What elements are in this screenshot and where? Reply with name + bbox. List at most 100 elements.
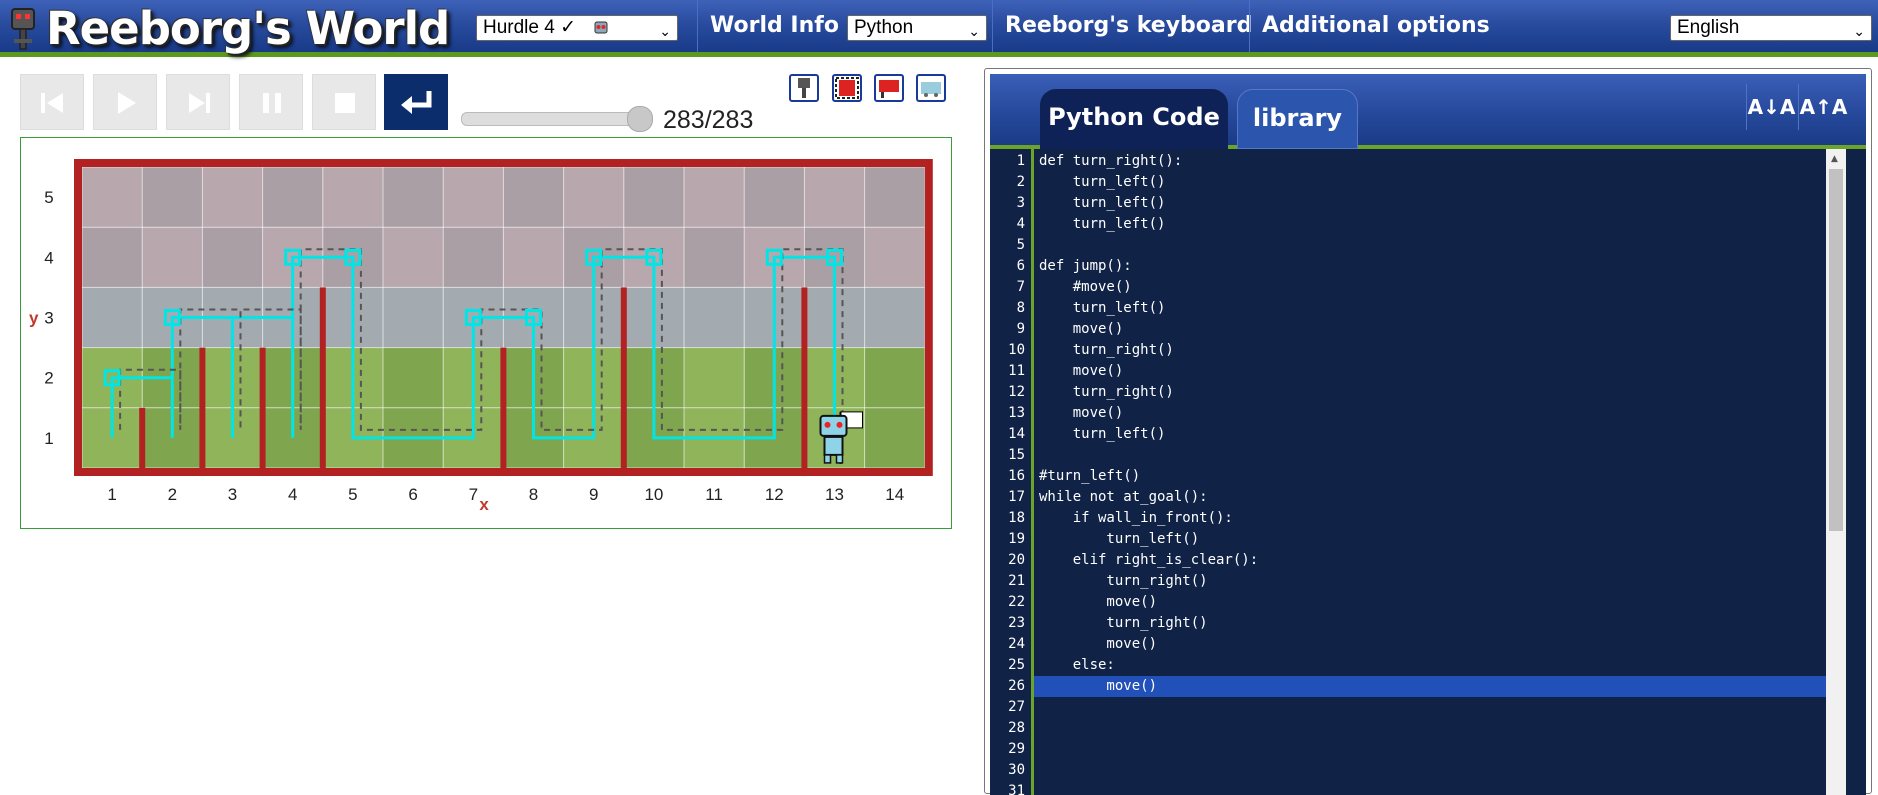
world-cell-overlay (864, 227, 925, 288)
line-number: 9 (1016, 321, 1025, 337)
go-back-button[interactable] (20, 74, 84, 130)
code-line[interactable]: move() (1039, 405, 1124, 421)
hurdle-wall (259, 347, 266, 468)
line-number: 10 (1008, 342, 1025, 358)
code-line[interactable]: move() (1039, 363, 1124, 379)
code-line[interactable]: else: (1039, 657, 1115, 673)
robot-tool-button[interactable] (789, 74, 819, 102)
robot-face-icon (594, 21, 608, 34)
goal-tool-button[interactable] (874, 74, 904, 102)
robot-eye (836, 421, 843, 428)
world-canvas-frame: 1 2 3 4 5 6 7 8 9 10 11 12 13 14 1 2 3 4 5 x y (20, 137, 952, 529)
x-tick-label: 14 (885, 485, 904, 504)
app-logo: Reeborg's World (6, 4, 450, 54)
y-tick-label: 1 (44, 429, 53, 448)
x-tick-label: 7 (469, 485, 478, 504)
programming-language-value: Python (854, 17, 914, 38)
code-line[interactable]: #move() (1039, 279, 1132, 295)
code-line[interactable]: turn_right() (1039, 573, 1207, 589)
world-cell (864, 407, 925, 468)
code-line[interactable]: turn_left() (1039, 426, 1166, 442)
line-number: 28 (1008, 720, 1025, 736)
world-cell-overlay (623, 167, 684, 228)
code-line[interactable]: turn_right() (1039, 615, 1207, 631)
code-line[interactable]: turn_right() (1039, 342, 1174, 358)
code-line[interactable]: move() (1039, 321, 1124, 337)
world-cell-overlay (864, 167, 925, 228)
robot-eye (824, 421, 831, 428)
code-line[interactable]: turn_left() (1039, 216, 1166, 232)
hurdle-wall (500, 347, 507, 468)
world-cell-overlay (142, 227, 203, 288)
code-line[interactable]: turn_left() (1039, 195, 1166, 211)
line-number: 4 (1016, 216, 1025, 232)
world-cell-overlay (202, 227, 263, 288)
line-number: 20 (1008, 552, 1025, 568)
world-cell-overlay (503, 167, 564, 228)
line-number-gutter: 1 2 3 4 5 6 7 8 9 10 11 12 13 14 15 16 17 18 19 20 21 22 23 24 2… (990, 149, 1034, 795)
code-line[interactable]: elif right_is_clear(): (1039, 552, 1258, 568)
step-button[interactable] (166, 74, 230, 130)
editor-scrollbar[interactable]: ▲ (1826, 149, 1846, 795)
line-number: 24 (1008, 636, 1025, 652)
run-button[interactable] (93, 74, 157, 130)
line-number: 31 (1008, 783, 1025, 795)
code-line[interactable]: while not at_goal(): (1039, 489, 1208, 505)
additional-options-button[interactable]: Additional options (1249, 0, 1502, 52)
code-line[interactable]: move() (1039, 594, 1157, 610)
pause-button[interactable] (239, 74, 303, 130)
ui-language-select[interactable]: English ⌄ (1670, 15, 1872, 41)
code-line[interactable]: turn_left() (1039, 174, 1166, 190)
line-number: 3 (1016, 195, 1025, 211)
world-edit-tool-button[interactable] (916, 74, 946, 102)
increase-font-button[interactable]: A↑A (1798, 84, 1848, 130)
ui-language-value: English (1677, 17, 1740, 38)
line-number: 13 (1008, 405, 1025, 421)
step-slider-thumb[interactable] (627, 106, 653, 132)
code-line[interactable]: move() (1039, 636, 1157, 652)
y-tick-label: 2 (44, 369, 53, 388)
code-line[interactable]: def turn_right(): (1039, 153, 1182, 169)
x-tick-label: 9 (589, 485, 598, 504)
world-cell-overlay (443, 227, 504, 288)
y-tick-label: 4 (44, 248, 53, 267)
line-number: 23 (1008, 615, 1025, 631)
y-tick-label: 5 (44, 188, 53, 207)
reverse-step-button[interactable] (384, 74, 448, 130)
tab-python-code[interactable]: Python Code (1040, 89, 1228, 149)
x-tick-label: 13 (825, 485, 844, 504)
code-line[interactable]: move() (1039, 678, 1157, 694)
robot-leg (823, 454, 832, 464)
programming-language-select[interactable]: Python ⌄ (847, 15, 987, 41)
code-line[interactable]: turn_left() (1039, 531, 1199, 547)
stop-button[interactable] (312, 74, 376, 130)
x-tick-label: 2 (168, 485, 177, 504)
tab-library[interactable]: library (1237, 89, 1358, 149)
code-line[interactable]: turn_right() (1039, 384, 1174, 400)
code-line[interactable]: #turn_left() (1039, 468, 1140, 484)
line-number: 29 (1008, 741, 1025, 757)
world-info-button[interactable]: World Info (697, 0, 851, 52)
world-select[interactable]: Hurdle 4 ✓ ⌄ (476, 15, 678, 41)
code-line[interactable]: def jump(): (1039, 258, 1132, 274)
scroll-thumb[interactable] (1829, 169, 1843, 531)
world-canvas[interactable]: 1 2 3 4 5 6 7 8 9 10 11 12 13 1412345xy (21, 138, 951, 528)
world-cell-overlay (503, 227, 564, 288)
scroll-up-icon[interactable]: ▲ (1831, 154, 1838, 164)
wall-tool-button[interactable] (832, 74, 862, 102)
step-slider-track[interactable] (461, 112, 653, 126)
code-line[interactable]: if wall_in_front(): (1039, 510, 1233, 526)
x-axis-label: x (479, 495, 489, 514)
world-cell-overlay (864, 287, 925, 348)
line-number: 21 (1008, 573, 1025, 589)
world-cell-overlay (684, 287, 745, 348)
line-number: 22 (1008, 594, 1025, 610)
top-navigation-bar: Reeborg's World Hurdle 4 ✓ ⌄ World Info … (0, 0, 1878, 57)
world-cell (383, 347, 444, 408)
code-line[interactable]: turn_left() (1039, 300, 1166, 316)
code-editor[interactable]: 1 2 3 4 5 6 7 8 9 10 11 12 13 14 15 16 17 18 19 20 21 22 23 24 2… (990, 149, 1866, 795)
code-body[interactable]: def turn_right(): turn_left() turn_left(… (1034, 149, 1826, 795)
x-tick-label: 4 (288, 485, 297, 504)
reeborg-keyboard-button[interactable]: Reeborg's keyboard (992, 0, 1264, 52)
decrease-font-button[interactable]: A↓A (1746, 84, 1796, 130)
